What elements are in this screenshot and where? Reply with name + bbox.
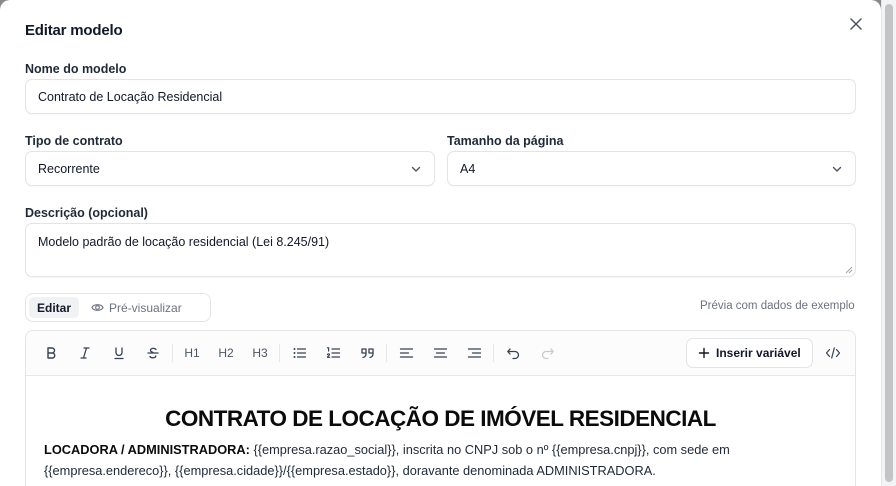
heading-1-icon: H1 [184, 346, 200, 360]
modal-title: Editar modelo [25, 22, 123, 39]
underline-button[interactable] [106, 340, 132, 366]
heading-3-icon: H3 [252, 346, 268, 360]
blockquote-button[interactable] [354, 340, 380, 366]
italic-icon [80, 347, 90, 359]
tab-preview-label: Pré-visualizar [109, 300, 182, 315]
align-left-button[interactable] [393, 340, 419, 366]
undo-icon [506, 348, 519, 360]
description-textarea[interactable]: Modelo padrão de locação residencial (Le… [25, 223, 856, 277]
page-size-select[interactable]: A4 [447, 151, 856, 186]
code-icon [825, 347, 841, 359]
insert-variable-button[interactable]: Inserir variável [686, 338, 813, 368]
editor-content[interactable]: CONTRATO DE LOCAÇÃO DE IMÓVEL RESIDENCIA… [26, 376, 855, 481]
tab-edit-label: Editar [37, 300, 72, 315]
page-size-label: Tamanho da página [447, 134, 564, 148]
bullet-list-button[interactable] [286, 340, 312, 366]
toolbar-divider [279, 344, 280, 362]
redo-button[interactable] [534, 340, 560, 366]
heading-3-button[interactable]: H3 [247, 340, 273, 366]
name-label: Nome do modelo [25, 62, 127, 76]
party-label: LOCADORA / ADMINISTRADORA: [44, 442, 250, 457]
ordered-list-button[interactable] [320, 340, 346, 366]
align-right-button[interactable] [461, 340, 487, 366]
tab-edit[interactable]: Editar [29, 297, 80, 318]
description-value: Modelo padrão de locação residencial (Le… [38, 235, 330, 249]
undo-button[interactable] [500, 340, 526, 366]
description-label: Descrição (opcional) [25, 206, 148, 220]
toolbar-divider [493, 344, 494, 362]
align-center-icon [433, 348, 447, 358]
editor-mode-tabs: Editar Pré-visualizar [25, 293, 211, 322]
tab-preview[interactable]: Pré-visualizar [83, 297, 190, 318]
underline-icon [114, 347, 124, 360]
redo-icon [541, 348, 554, 360]
rich-text-editor: H1 H2 H3 Inserir variável CONTRATO DE LO… [25, 330, 856, 486]
toolbar-divider [172, 344, 173, 362]
bold-button[interactable] [38, 340, 64, 366]
chevron-down-icon [832, 166, 842, 172]
preview-hint: Prévia com dados de exemplo [700, 300, 855, 312]
name-input[interactable]: Contrato de Locação Residencial [25, 79, 856, 114]
contract-type-label: Tipo de contrato [25, 134, 123, 148]
align-center-button[interactable] [427, 340, 453, 366]
blockquote-icon [360, 348, 374, 359]
code-view-button[interactable] [820, 340, 846, 366]
plus-icon [698, 347, 710, 359]
strikethrough-button[interactable] [140, 340, 166, 366]
close-icon [850, 18, 862, 30]
bold-icon [47, 347, 56, 359]
resize-handle-icon[interactable] [845, 266, 853, 274]
page-scrollbar[interactable] [881, 0, 896, 486]
document-title: CONTRATO DE LOCAÇÃO DE IMÓVEL RESIDENCIA… [165, 406, 716, 431]
strikethrough-icon [147, 347, 159, 359]
edit-template-modal: Editar modelo Nome do modelo Contrato de… [0, 0, 881, 486]
align-left-icon [399, 348, 413, 358]
heading-2-button[interactable]: H2 [213, 340, 239, 366]
name-input-value: Contrato de Locação Residencial [38, 89, 223, 104]
chevron-down-icon [411, 166, 421, 172]
bullet-list-icon [293, 348, 306, 358]
page-size-value: A4 [460, 161, 476, 176]
italic-button[interactable] [72, 340, 98, 366]
close-button[interactable] [846, 14, 866, 34]
scrollbar-thumb[interactable] [885, 4, 893, 482]
ordered-list-icon [326, 347, 340, 358]
contract-type-select[interactable]: Recorrente [25, 151, 435, 186]
align-right-icon [467, 348, 481, 358]
insert-variable-label: Inserir variável [716, 346, 801, 360]
contract-type-value: Recorrente [38, 161, 100, 176]
toolbar-divider [386, 344, 387, 362]
editor-toolbar: H1 H2 H3 Inserir variável [26, 331, 855, 376]
heading-1-button[interactable]: H1 [179, 340, 205, 366]
document-paragraph: LOCADORA / ADMINISTRADORA: {{empresa.raz… [44, 440, 837, 481]
heading-2-icon: H2 [218, 346, 234, 360]
eye-icon [91, 304, 104, 311]
